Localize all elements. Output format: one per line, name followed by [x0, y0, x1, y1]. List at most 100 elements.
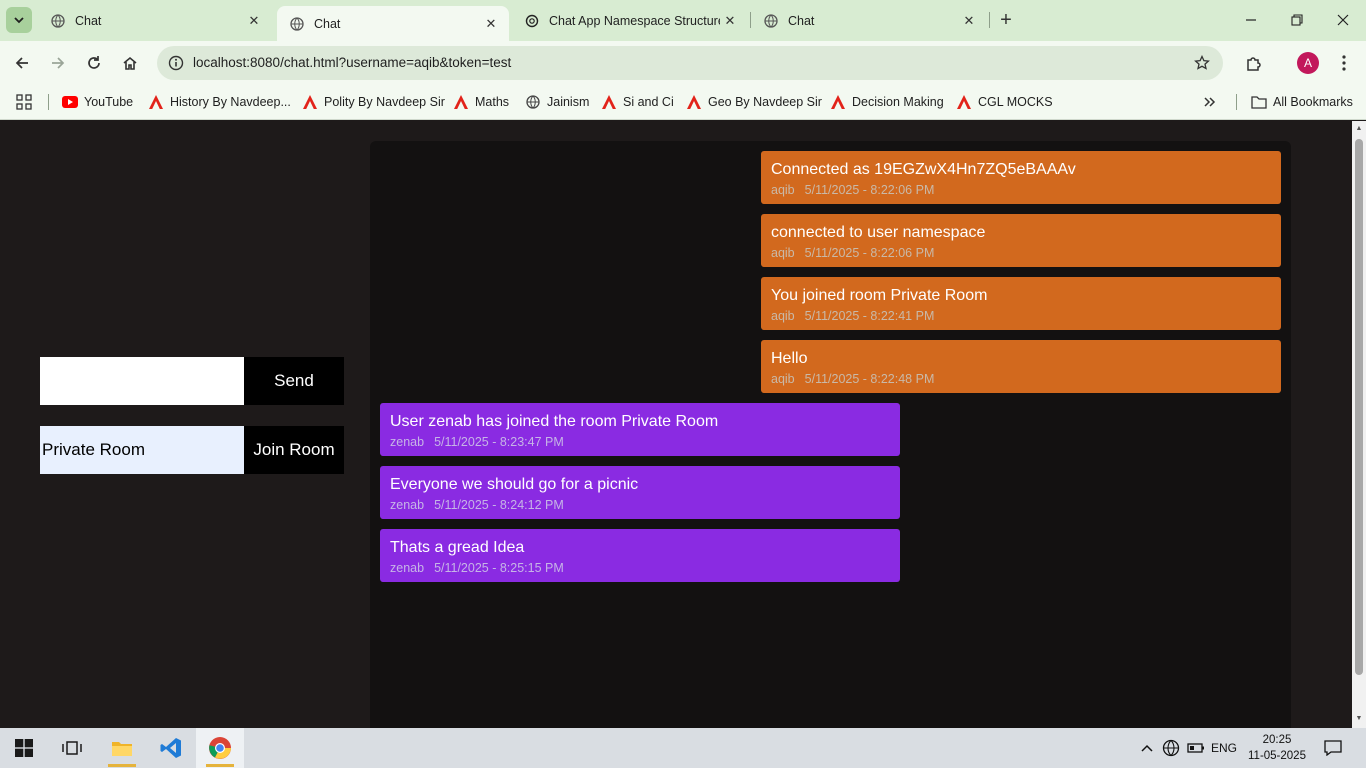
more-vert-icon — [1342, 55, 1346, 71]
chrome-icon — [209, 737, 231, 759]
arrow-right-icon — [52, 57, 65, 69]
language-indicator[interactable]: ENG — [1209, 738, 1239, 758]
message-user: zenab — [390, 561, 425, 575]
restore-button[interactable] — [1274, 0, 1320, 40]
message-user: aqib — [771, 246, 795, 260]
tab-chat-1[interactable]: Chat ✕ — [38, 0, 272, 41]
tab-chat-active[interactable]: Chat ✕ — [277, 6, 509, 41]
bookmark-label: Decision Making — [852, 95, 944, 109]
bookmark-jainism[interactable]: Jainism — [525, 90, 589, 114]
bookmark-star-icon[interactable] — [1191, 52, 1213, 74]
message-time: 5/11/2025 - 8:22:06 PM — [804, 183, 935, 197]
close-window-button[interactable] — [1320, 0, 1366, 40]
site-info-icon[interactable] — [165, 52, 187, 74]
tab-search-button[interactable] — [6, 7, 32, 33]
bookmarks-bar: YouTube History By Navdeep... Polity By … — [0, 84, 1366, 120]
message-user: aqib — [771, 372, 795, 386]
home-button[interactable] — [116, 49, 144, 77]
bookmark-si-ci[interactable]: Si and Ci — [601, 90, 674, 114]
message-meta: aqib 5/11/2025 - 8:22:06 PM — [771, 183, 1271, 197]
profile-button[interactable]: A — [1293, 48, 1323, 78]
message-text: Thats a gread Idea — [390, 539, 525, 556]
message-bubble: Connected as 19EGZwX4Hn7ZQ5eBAAAv aqib 5/… — [761, 151, 1281, 204]
tab-title: Chat — [314, 16, 341, 31]
home-icon — [123, 56, 137, 70]
apps-grid-icon — [16, 94, 32, 110]
close-icon[interactable]: ✕ — [959, 11, 979, 31]
message-bubble: connected to user namespace aqib 5/11/202… — [761, 214, 1281, 267]
bookmark-youtube[interactable]: YouTube — [62, 90, 133, 114]
start-button[interactable] — [0, 728, 48, 768]
message-user: aqib — [771, 183, 795, 197]
tab-namespace-structure[interactable]: Chat App Namespace Structure ✕ — [512, 0, 748, 41]
close-icon — [1337, 14, 1349, 26]
tab-chat-4[interactable]: Chat ✕ — [751, 0, 987, 41]
message-meta: zenab 5/11/2025 - 8:24:12 PM — [390, 498, 890, 512]
network-globe-icon[interactable] — [1160, 738, 1182, 758]
tray-overflow-chevron-icon[interactable] — [1138, 738, 1156, 758]
page-scrollbar[interactable]: ▲ ▼ — [1352, 121, 1366, 728]
bookmark-decision-making[interactable]: Decision Making — [830, 90, 944, 114]
scroll-up-arrow-icon[interactable]: ▲ — [1355, 125, 1363, 133]
message-text: connected to user namespace — [771, 224, 986, 241]
menu-button[interactable] — [1329, 48, 1359, 78]
close-icon[interactable]: ✕ — [481, 14, 501, 34]
bookmark-polity[interactable]: Polity By Navdeep Sir — [302, 90, 445, 114]
forward-button[interactable] — [44, 49, 72, 77]
message-time: 5/11/2025 - 8:22:48 PM — [804, 372, 935, 386]
message-meta: zenab 5/11/2025 - 8:23:47 PM — [390, 435, 890, 449]
notifications-icon[interactable] — [1322, 738, 1344, 758]
system-clock[interactable]: 20:25 11-05-2025 — [1244, 732, 1310, 764]
message-meta: zenab 5/11/2025 - 8:25:15 PM — [390, 561, 890, 575]
extensions-button[interactable] — [1239, 48, 1269, 78]
red-a-icon — [686, 94, 702, 110]
reload-button[interactable] — [80, 49, 108, 77]
vscode-button[interactable] — [147, 728, 195, 768]
message-meta: aqib 5/11/2025 - 8:22:41 PM — [771, 309, 1271, 323]
new-tab-button[interactable]: + — [994, 8, 1018, 32]
scroll-down-arrow-icon[interactable]: ▼ — [1355, 715, 1363, 723]
bookmark-label: Si and Ci — [623, 95, 674, 109]
plus-icon: + — [1000, 8, 1012, 31]
bookmark-label: Maths — [475, 95, 510, 109]
red-a-icon — [830, 94, 846, 110]
apps-button[interactable] — [16, 90, 32, 114]
minimize-icon — [1246, 19, 1256, 21]
windows-taskbar: ENG 20:25 11-05-2025 — [0, 728, 1366, 768]
chevron-down-icon — [14, 17, 24, 24]
message-text: You joined room Private Room — [771, 287, 988, 304]
message-text: Everyone we should go for a picnic — [390, 476, 639, 493]
task-view-icon — [62, 741, 82, 755]
tab-title: Chat — [75, 13, 102, 28]
message-input[interactable] — [40, 357, 244, 405]
room-form: Join Room — [40, 426, 344, 474]
send-button[interactable]: Send — [244, 357, 344, 405]
all-bookmarks-button[interactable]: All Bookmarks — [1251, 90, 1353, 114]
bookmark-history[interactable]: History By Navdeep... — [148, 90, 291, 114]
task-view-button[interactable] — [48, 728, 96, 768]
bookmark-separator — [1236, 94, 1237, 110]
message-meta: aqib 5/11/2025 - 8:22:06 PM — [771, 246, 1271, 260]
chrome-button[interactable] — [196, 728, 244, 768]
message-text: Hello — [771, 350, 808, 367]
back-button[interactable] — [8, 49, 36, 77]
message-meta: aqib 5/11/2025 - 8:22:48 PM — [771, 372, 1271, 386]
close-icon[interactable]: ✕ — [720, 11, 740, 31]
more-bookmarks-button[interactable] — [1203, 90, 1217, 114]
url-text[interactable]: localhost:8080/chat.html?username=aqib&t… — [193, 55, 511, 70]
clock-date: 11-05-2025 — [1248, 750, 1306, 762]
battery-icon[interactable] — [1185, 738, 1207, 758]
bookmark-geo[interactable]: Geo By Navdeep Sir — [686, 90, 822, 114]
minimize-button[interactable] — [1228, 0, 1274, 40]
red-a-icon — [148, 94, 164, 110]
join-room-button[interactable]: Join Room — [244, 426, 344, 474]
close-icon[interactable]: ✕ — [244, 11, 264, 31]
bookmark-maths[interactable]: Maths — [453, 90, 509, 114]
folder-icon — [112, 742, 132, 756]
address-bar[interactable]: localhost:8080/chat.html?username=aqib&t… — [157, 46, 1223, 80]
file-explorer-button[interactable] — [98, 728, 146, 768]
scrollbar-thumb[interactable] — [1355, 139, 1363, 675]
room-input[interactable] — [40, 426, 244, 474]
bookmark-cgl-mocks[interactable]: CGL MOCKS — [956, 90, 1053, 114]
red-a-icon — [956, 94, 972, 110]
